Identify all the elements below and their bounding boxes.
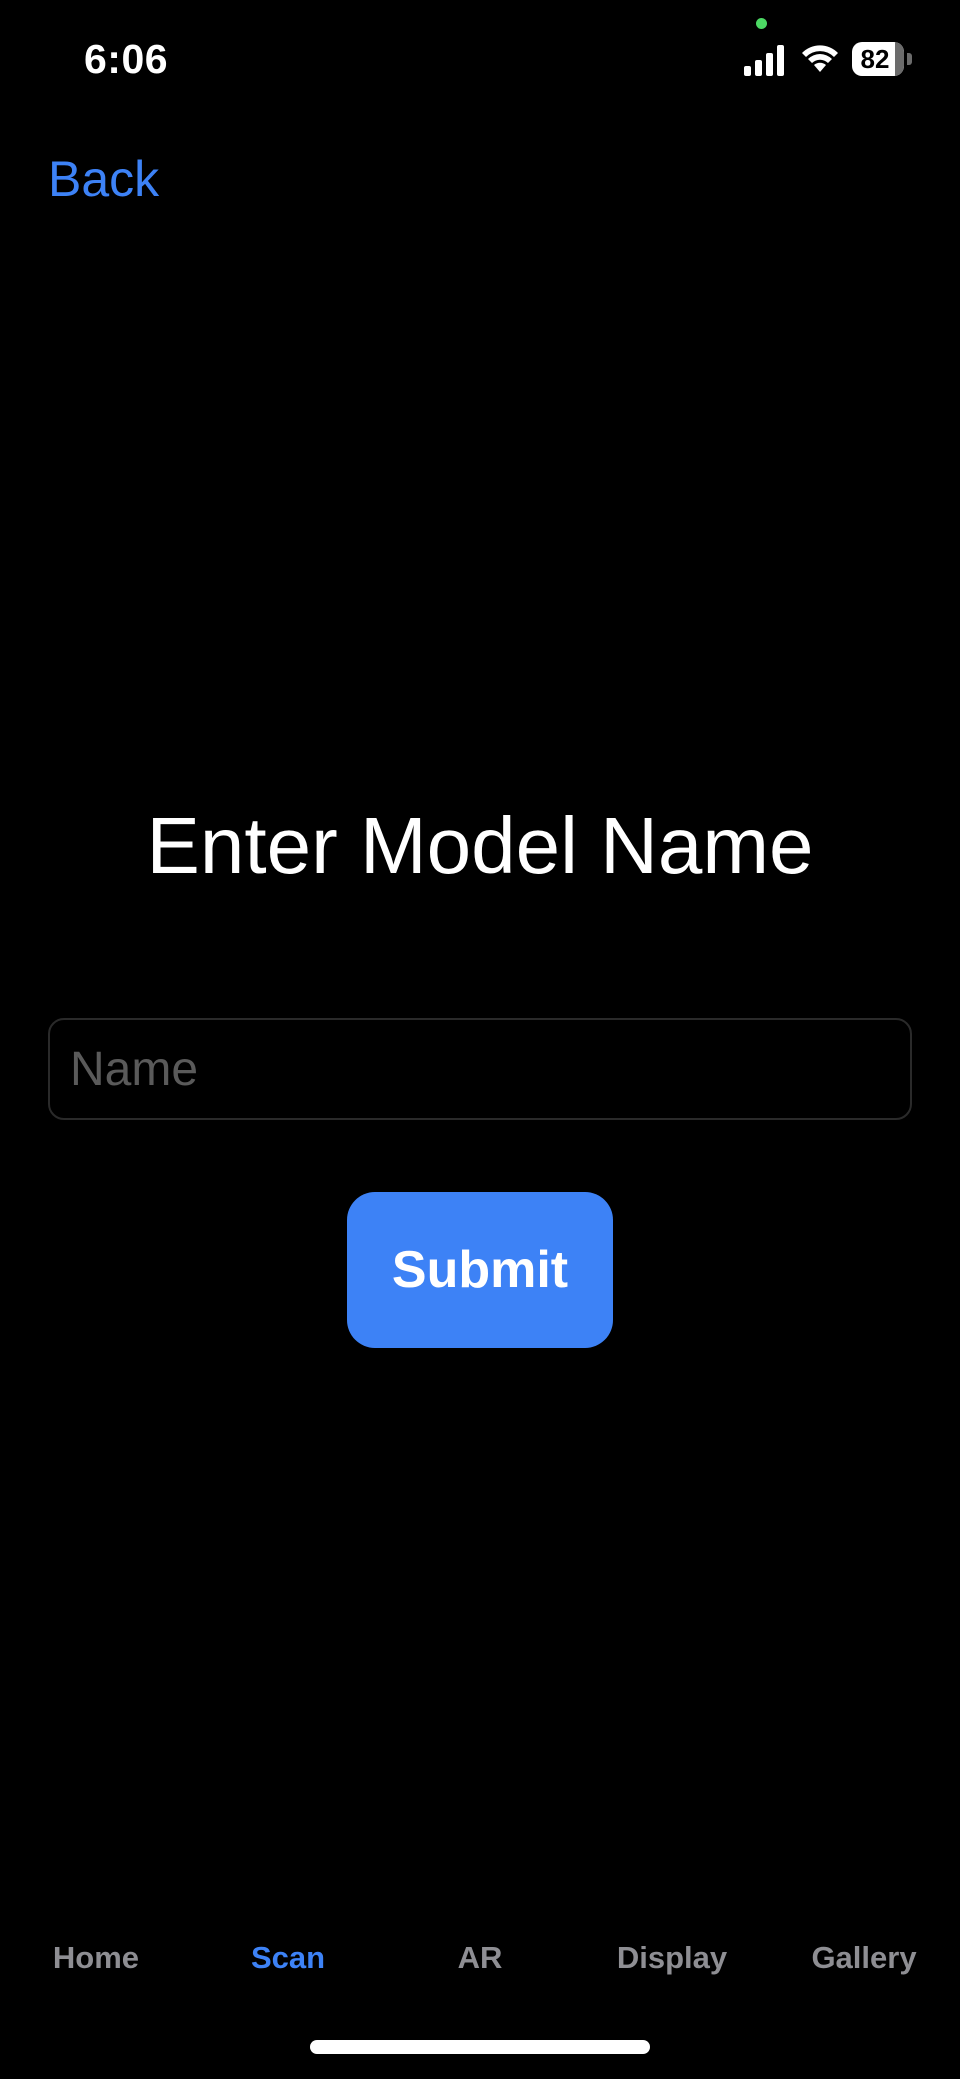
tab-home[interactable]: Home — [0, 1940, 192, 1976]
battery-tip — [907, 53, 912, 65]
submit-button[interactable]: Submit — [347, 1192, 613, 1348]
name-input[interactable] — [48, 1018, 912, 1120]
tab-scan[interactable]: Scan — [192, 1940, 384, 1976]
tab-display[interactable]: Display — [576, 1940, 768, 1976]
home-indicator — [310, 2040, 650, 2054]
status-bar: 6:06 82 — [0, 0, 960, 120]
privacy-indicator-dot — [756, 18, 767, 29]
battery-level: 82 — [860, 44, 890, 74]
battery-icon: 82 — [852, 42, 912, 76]
battery-body: 82 — [852, 42, 904, 76]
back-button[interactable]: Back — [48, 150, 159, 208]
status-time: 6:06 — [84, 36, 169, 82]
tab-bar: Home Scan AR Display Gallery — [0, 1940, 960, 2000]
tab-gallery[interactable]: Gallery — [768, 1940, 960, 1976]
page-title: Enter Model Name — [146, 801, 814, 890]
wifi-icon — [802, 45, 838, 72]
tab-ar[interactable]: AR — [384, 1940, 576, 1976]
cellular-signal-icon — [744, 45, 784, 76]
